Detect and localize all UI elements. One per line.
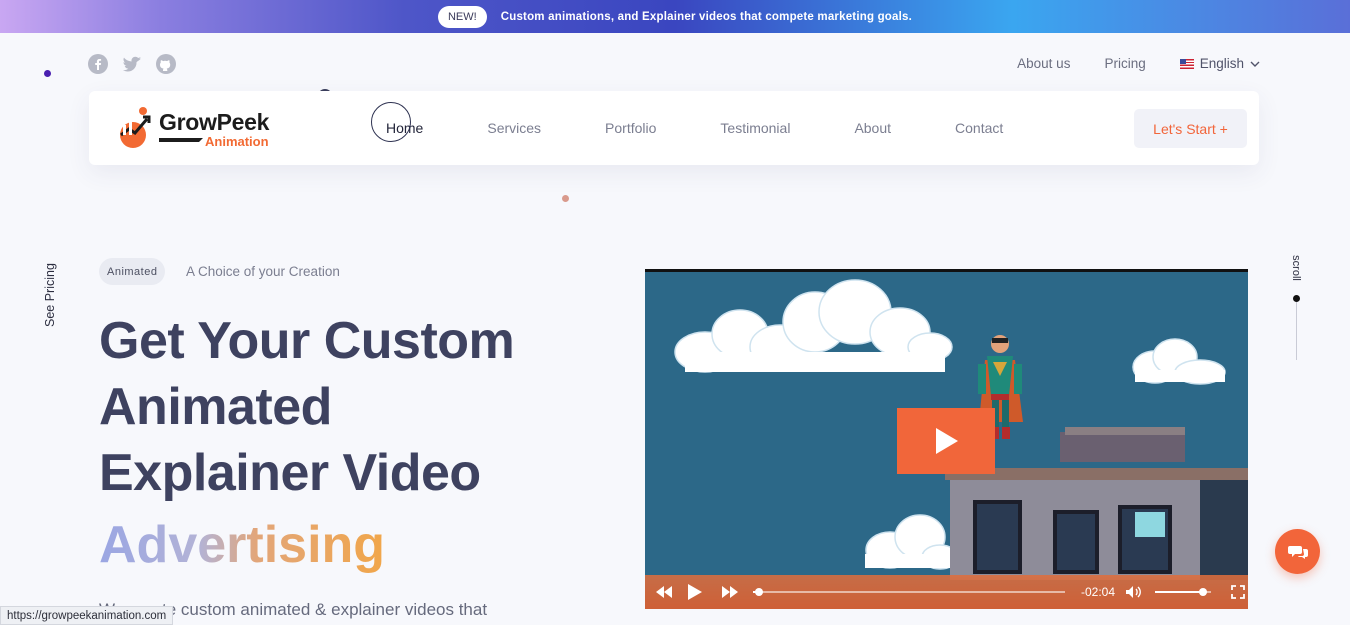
pricing-link[interactable]: Pricing	[1104, 56, 1145, 71]
language-label: English	[1199, 56, 1244, 71]
logo-underline	[159, 138, 203, 142]
chevron-down-icon	[1250, 61, 1260, 67]
volume-bar[interactable]	[1155, 588, 1212, 596]
new-badge: NEW!	[437, 5, 487, 28]
nav-about[interactable]: About	[854, 120, 891, 136]
video-player[interactable]: -02:04	[645, 269, 1248, 609]
github-icon[interactable]	[156, 54, 176, 74]
social-links	[88, 54, 176, 74]
decor-dot	[44, 70, 51, 77]
play-overlay-button[interactable]	[897, 408, 995, 474]
nav-links: Home Services Portfolio Testimonial Abou…	[371, 91, 1067, 165]
scroll-label: scroll	[1289, 255, 1302, 281]
volume-level	[1155, 591, 1203, 593]
hero-title-line: Explainer Video	[99, 444, 481, 502]
nav-home[interactable]: Home	[371, 102, 423, 142]
fast-forward-icon[interactable]	[721, 586, 739, 598]
growth-chart-icon	[120, 107, 151, 148]
nav-portfolio[interactable]: Portfolio	[605, 120, 656, 136]
fullscreen-icon[interactable]	[1231, 585, 1245, 599]
nav-testimonial[interactable]: Testimonial	[720, 120, 790, 136]
hero-highlight: Advertising	[99, 512, 385, 578]
main-navbar: GrowPeek Animation Home Services Portfol…	[89, 91, 1259, 165]
banner-text[interactable]: Custom animations, and Explainer videos …	[501, 11, 912, 23]
chat-button[interactable]	[1275, 529, 1320, 574]
language-selector[interactable]: English	[1179, 56, 1260, 71]
status-url: https://growpeekanimation.com	[0, 606, 174, 625]
hero-tagline: A Choice of your Creation	[186, 264, 340, 279]
see-pricing-link[interactable]: See Pricing	[43, 263, 57, 327]
decor-dot	[562, 195, 569, 202]
lets-start-button[interactable]: Let's Start +	[1134, 109, 1247, 148]
video-controls: -02:04	[645, 575, 1248, 609]
twitter-icon[interactable]	[122, 54, 142, 74]
play-icon[interactable]	[687, 583, 703, 601]
scroll-line	[1296, 302, 1297, 360]
nav-contact[interactable]: Contact	[955, 120, 1003, 136]
hero-title: Get Your Custom Animated Explainer Video	[99, 308, 619, 506]
top-links: About us Pricing English	[1017, 56, 1260, 71]
scroll-dot	[1293, 295, 1300, 302]
nav-services[interactable]: Services	[487, 120, 541, 136]
brand-sub: Animation	[205, 134, 269, 149]
hero-tag: Animated	[99, 258, 166, 285]
about-us-link[interactable]: About us	[1017, 56, 1070, 71]
hero-title-line: Get Your Custom	[99, 312, 515, 370]
volume-icon[interactable]	[1125, 585, 1143, 599]
volume-handle[interactable]	[1198, 588, 1207, 596]
brand-logo[interactable]: GrowPeek Animation	[113, 105, 283, 151]
seek-handle[interactable]	[755, 588, 764, 596]
brand-name: GrowPeek	[159, 109, 270, 135]
seek-bar[interactable]	[753, 588, 1065, 596]
chat-icon	[1287, 545, 1308, 559]
us-flag-icon	[1179, 58, 1194, 69]
time-remaining: -02:04	[1081, 585, 1116, 599]
play-icon	[936, 428, 958, 454]
active-indicator	[371, 102, 411, 142]
hero-title-line: Animated	[99, 378, 332, 436]
rewind-icon[interactable]	[655, 586, 673, 598]
announcement-banner: NEW! Custom animations, and Explainer vi…	[0, 0, 1350, 33]
facebook-icon[interactable]	[88, 54, 108, 74]
